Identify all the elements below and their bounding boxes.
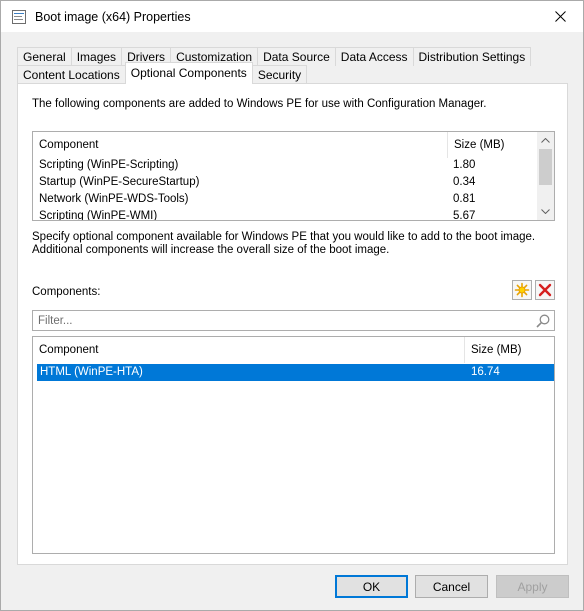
ok-button[interactable]: OK	[335, 575, 408, 598]
table-row[interactable]: Startup (WinPE-SecureStartup) 0.34	[33, 175, 537, 192]
tab-optional-components[interactable]: Optional Components	[124, 62, 253, 84]
tab-general[interactable]: General	[17, 47, 72, 66]
cell-component: Startup (WinPE-SecureStartup)	[39, 176, 200, 188]
list-header: Component Size (MB)	[33, 132, 537, 158]
optional-components-description: Specify optional component available for…	[32, 231, 536, 256]
properties-dialog: Boot image (x64) Properties General Imag…	[0, 0, 584, 611]
delete-icon	[538, 283, 552, 297]
cell-size: 0.34	[453, 176, 476, 188]
remove-component-button[interactable]	[535, 280, 555, 300]
column-header-size[interactable]: Size (MB)	[464, 337, 556, 363]
column-header-component[interactable]: Component	[33, 132, 447, 158]
close-button[interactable]	[538, 1, 583, 32]
tab-security[interactable]: Security	[251, 65, 308, 84]
tab-content-locations[interactable]: Content Locations	[17, 65, 126, 84]
cancel-button[interactable]: Cancel	[415, 575, 488, 598]
tab-distribution-settings[interactable]: Distribution Settings	[412, 47, 532, 66]
tab-panel: The following components are added to Wi…	[17, 83, 568, 565]
table-row-selected[interactable]: HTML (WinPE-HTA) 16.74	[37, 364, 554, 381]
search-icon[interactable]	[535, 313, 551, 329]
scroll-down-button[interactable]	[537, 203, 554, 220]
scroll-thumb[interactable]	[539, 149, 552, 185]
tab-images[interactable]: Images	[70, 47, 123, 66]
properties-icon	[11, 9, 27, 25]
chevron-up-icon	[541, 138, 550, 143]
column-header-component[interactable]: Component	[33, 337, 464, 363]
cell-component: Scripting (WinPE-WMI)	[39, 210, 158, 221]
table-row[interactable]: Network (WinPE-WDS-Tools) 0.81	[33, 192, 537, 209]
cell-component: Network (WinPE-WDS-Tools)	[39, 193, 189, 205]
components-label: Components:	[32, 286, 101, 298]
apply-button[interactable]: Apply	[496, 575, 569, 598]
filter-box	[32, 310, 555, 331]
scroll-up-button[interactable]	[537, 132, 554, 149]
cell-size: 0.81	[453, 193, 476, 205]
installed-components-list[interactable]: Component Size (MB) Scripting (WinPE-Scr…	[32, 131, 555, 221]
starburst-add-icon	[514, 282, 530, 298]
cell-component: HTML (WinPE-HTA)	[40, 366, 143, 378]
cell-size: 16.74	[471, 366, 500, 378]
filter-input[interactable]	[34, 312, 529, 329]
cell-size: 5.67	[453, 210, 476, 221]
add-component-button[interactable]	[512, 280, 532, 300]
table-row[interactable]: Scripting (WinPE-WMI) 5.67	[33, 209, 537, 221]
column-header-size[interactable]: Size (MB)	[447, 132, 539, 158]
tab-data-access[interactable]: Data Access	[334, 47, 414, 66]
window-title: Boot image (x64) Properties	[35, 10, 191, 24]
tab-row-top: General Images Drivers Customization Dat…	[17, 47, 532, 66]
table-row[interactable]: Scripting (WinPE-Scripting) 1.80	[33, 158, 537, 175]
cell-size: 1.80	[453, 159, 476, 171]
installed-components-description: The following components are added to Wi…	[32, 98, 487, 110]
list-header: Component Size (MB)	[33, 337, 554, 363]
available-components-list[interactable]: Component Size (MB) HTML (WinPE-HTA) 16.…	[32, 336, 555, 554]
tab-data-source[interactable]: Data Source	[257, 47, 336, 66]
chevron-down-icon	[541, 209, 550, 214]
tab-row-bottom: Content Locations Optional Components Se…	[17, 62, 308, 84]
close-icon	[555, 11, 566, 22]
title-bar: Boot image (x64) Properties	[1, 1, 583, 32]
cell-component: Scripting (WinPE-Scripting)	[39, 159, 179, 171]
vertical-scrollbar[interactable]	[537, 132, 554, 220]
